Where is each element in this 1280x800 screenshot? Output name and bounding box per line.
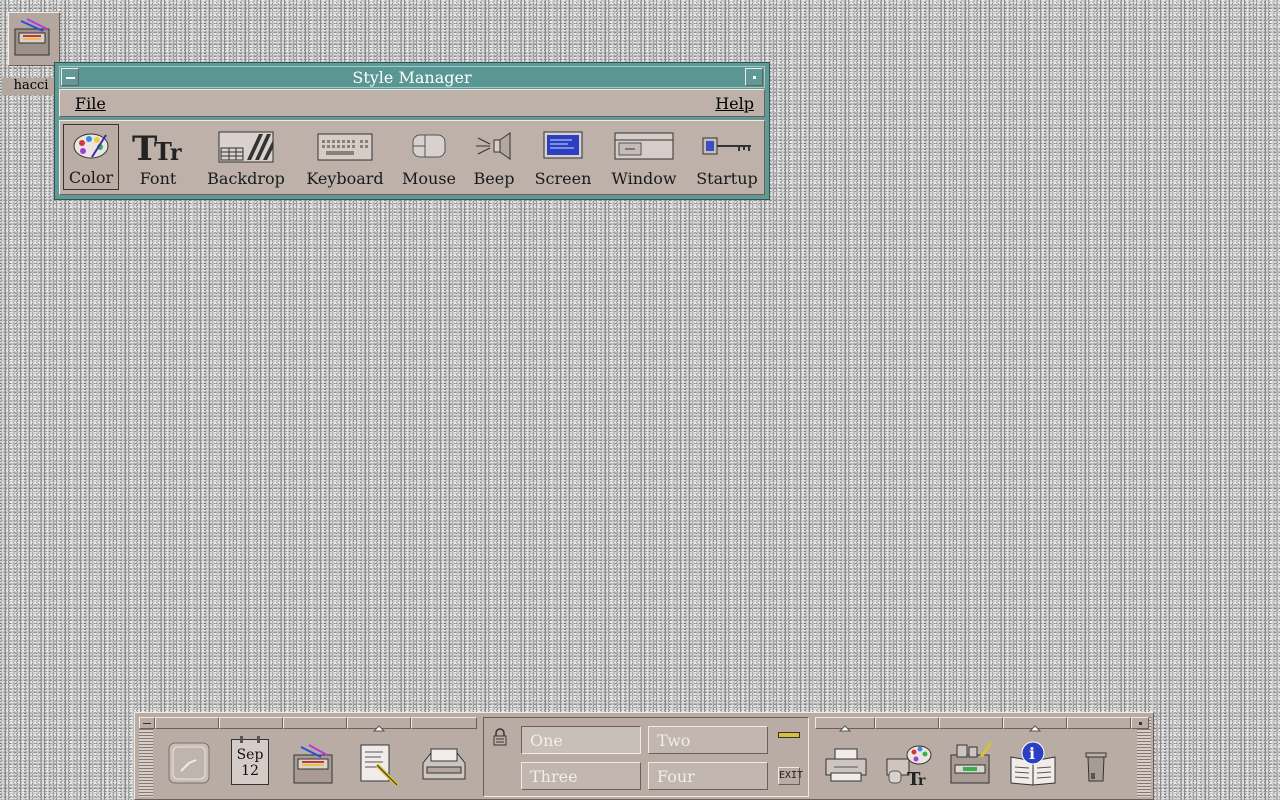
window-icon — [613, 130, 675, 166]
application-manager-button[interactable] — [947, 741, 995, 791]
file-manager-button[interactable] — [291, 741, 337, 791]
tool-label: Startup — [696, 169, 758, 188]
busy-indicator — [778, 732, 800, 738]
window-title: Style Manager — [352, 68, 472, 87]
style-manager-window: Style Manager File Help Color T T r Font… — [54, 62, 770, 200]
clock-button[interactable] — [167, 741, 211, 789]
calendar-button[interactable]: Sep 12 — [231, 736, 269, 785]
window-menu-button[interactable] — [61, 68, 79, 86]
palette-icon — [72, 131, 110, 165]
file-drawer-icon — [293, 744, 333, 784]
trash-can-icon — [1085, 752, 1107, 782]
subpanel-tab[interactable] — [1067, 717, 1131, 729]
file-manager-icon — [8, 12, 60, 66]
workspace-switch: One Two Three Four EXIT — [483, 717, 809, 797]
tool-label: Mouse — [402, 169, 456, 188]
calendar-rings-icon — [232, 736, 268, 743]
tool-label: Window — [611, 169, 677, 188]
svg-text:r: r — [918, 773, 926, 787]
workspace-one-button[interactable]: One — [521, 726, 641, 754]
calendar-day: 12 — [241, 763, 259, 779]
font-button[interactable]: T T r Font — [126, 124, 190, 190]
app-drawer-icon — [950, 742, 993, 784]
screen-button[interactable]: Screen — [532, 124, 594, 190]
keyboard-icon — [316, 130, 374, 166]
screen-icon — [542, 130, 584, 164]
beep-button[interactable]: Beep — [470, 124, 518, 190]
tool-label: Keyboard — [306, 169, 384, 188]
subpanel-arrow-button[interactable] — [815, 717, 875, 732]
style-manager-icon: T r — [886, 745, 932, 790]
workspace-two-button[interactable]: Two — [648, 726, 768, 754]
text-editor-button[interactable] — [357, 741, 403, 791]
panel-minimize-button[interactable] — [1131, 717, 1149, 729]
mouse-icon — [409, 130, 449, 166]
mailer-button[interactable] — [419, 743, 469, 789]
svg-text:r: r — [170, 140, 182, 164]
menu-file[interactable]: File — [75, 94, 106, 113]
clock-icon — [168, 742, 210, 784]
subpanel-tab[interactable] — [875, 717, 939, 729]
tool-label: Beep — [473, 169, 515, 188]
style-manager-button[interactable]: T r — [885, 741, 933, 791]
subpanel-arrow-button[interactable] — [1003, 717, 1067, 732]
subpanel-tab[interactable] — [411, 717, 477, 729]
style-toolbar: Color T T r Font Backdrop Keyboard Mouse… — [59, 120, 765, 195]
pencil-note-icon — [360, 744, 399, 787]
menu-bar: File Help — [59, 89, 765, 117]
desktop-icon-hacci[interactable]: hacci — [2, 10, 60, 95]
tool-label: Backdrop — [207, 169, 285, 188]
backdrop-icon — [217, 130, 275, 168]
exit-button[interactable]: EXIT — [778, 767, 803, 785]
font-icon: T T r — [130, 129, 186, 169]
minimize-button[interactable] — [745, 68, 763, 86]
info-book-icon: i — [1010, 741, 1056, 786]
calendar-month: Sep — [236, 747, 264, 763]
workspace-four-button[interactable]: Four — [648, 762, 768, 790]
backdrop-button[interactable]: Backdrop — [206, 124, 286, 190]
printer-icon — [825, 748, 867, 782]
mouse-button[interactable]: Mouse — [398, 124, 460, 190]
workspace-three-button[interactable]: Three — [521, 762, 641, 790]
front-panel: Sep 12 One Two Three Four EXIT T r i — [134, 712, 1154, 800]
svg-text:i: i — [1029, 744, 1035, 763]
startup-button[interactable]: Startup — [692, 124, 762, 190]
tool-label: Font — [139, 169, 177, 188]
tool-label: Color — [68, 168, 114, 187]
arrow-up-icon — [1028, 725, 1042, 732]
subpanel-arrow-button[interactable] — [347, 717, 411, 732]
panel-right-handle[interactable] — [1137, 717, 1151, 797]
subpanel-tab[interactable] — [155, 717, 219, 729]
keyboard-button[interactable]: Keyboard — [304, 124, 386, 190]
subpanel-tab[interactable] — [283, 717, 347, 729]
printer-button[interactable] — [823, 747, 869, 787]
help-manager-button[interactable]: i — [1009, 741, 1057, 791]
arrow-up-icon — [372, 725, 386, 732]
menu-help[interactable]: Help — [715, 94, 754, 113]
speaker-icon — [474, 130, 514, 166]
color-button[interactable]: Color — [63, 124, 119, 190]
lock-icon — [493, 728, 507, 746]
trash-button[interactable] — [1081, 747, 1111, 789]
subpanel-tab[interactable] — [219, 717, 283, 729]
mail-tray-icon — [422, 748, 466, 780]
subpanel-tab[interactable] — [939, 717, 1003, 729]
title-bar[interactable]: Style Manager — [59, 66, 765, 88]
key-icon — [699, 130, 755, 166]
desktop-icon-label: hacci — [2, 78, 60, 95]
arrow-up-icon — [838, 725, 852, 732]
panel-menu-button[interactable] — [139, 717, 155, 729]
tool-label: Screen — [534, 169, 592, 188]
lock-button[interactable] — [492, 728, 508, 750]
panel-left-handle[interactable] — [139, 717, 153, 797]
window-button[interactable]: Window — [606, 124, 682, 190]
